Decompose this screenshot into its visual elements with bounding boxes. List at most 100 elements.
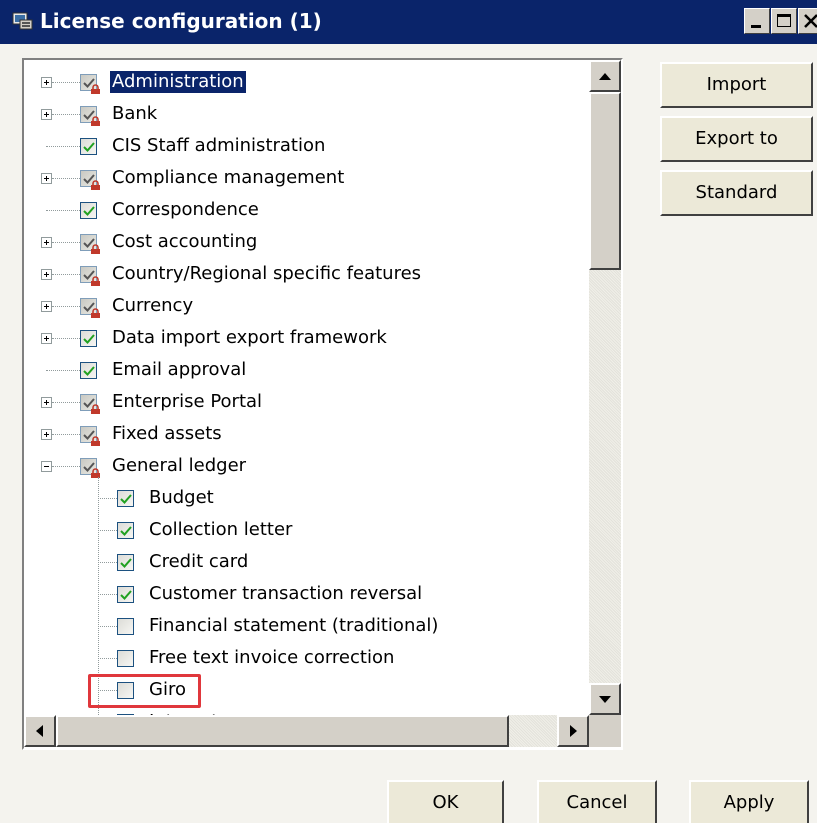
tree-item-label[interactable]: Data import export framework: [112, 327, 387, 349]
import-button[interactable]: Import: [660, 62, 813, 108]
checkmark-icon: [83, 334, 95, 344]
expand-plus-icon[interactable]: [41, 237, 52, 248]
tree-item[interactable]: Interest: [24, 707, 589, 715]
tree-connector-line: [52, 338, 80, 339]
collapse-minus-icon[interactable]: [41, 461, 52, 472]
tree-item[interactable]: Financial statement (traditional): [24, 611, 589, 643]
checkbox-checked[interactable]: [117, 522, 134, 539]
tree-connector-line: [52, 434, 80, 435]
tree-item-label[interactable]: Bank: [112, 103, 157, 125]
tree-item[interactable]: Fixed assets: [24, 419, 589, 451]
tree-item-label[interactable]: Country/Regional specific features: [112, 263, 421, 285]
tree-item-label[interactable]: Currency: [112, 295, 193, 317]
tree-item[interactable]: Data import export framework: [24, 323, 589, 355]
tree-item[interactable]: Free text invoice correction: [24, 643, 589, 675]
tree-item-label[interactable]: Compliance management: [112, 167, 344, 189]
checkbox-checked[interactable]: [80, 202, 97, 219]
tree-item-label[interactable]: Credit card: [149, 551, 248, 573]
tree-item[interactable]: Enterprise Portal: [24, 387, 589, 419]
tree-item-label[interactable]: Administration: [110, 71, 246, 93]
tree-item[interactable]: Customer transaction reversal: [24, 579, 589, 611]
checkbox-unchecked[interactable]: [117, 618, 134, 635]
scroll-down-button[interactable]: [589, 683, 621, 715]
tree-item[interactable]: Administration: [24, 67, 589, 99]
tree-item-label[interactable]: Free text invoice correction: [149, 647, 394, 669]
tree-item[interactable]: Compliance management: [24, 163, 589, 195]
tree-item-label[interactable]: Fixed assets: [112, 423, 222, 445]
checkmark-icon: [120, 494, 132, 504]
expand-plus-icon[interactable]: [41, 173, 52, 184]
tree-item-label[interactable]: Enterprise Portal: [112, 391, 262, 413]
checkbox-unchecked[interactable]: [117, 650, 134, 667]
apply-button[interactable]: Apply: [689, 780, 809, 823]
tree-item-label[interactable]: Email approval: [112, 359, 246, 381]
expand-plus-icon[interactable]: [41, 397, 52, 408]
expand-plus-icon[interactable]: [41, 77, 52, 88]
minimize-button[interactable]: [744, 8, 770, 34]
tree-connector-line: [98, 562, 117, 563]
annotation-highlight-box: [88, 674, 201, 708]
expand-plus-icon[interactable]: [41, 301, 52, 312]
horizontal-scroll-thumb[interactable]: [56, 715, 509, 747]
lock-icon: [91, 84, 100, 94]
lock-icon: [91, 308, 100, 318]
scroll-up-button[interactable]: [589, 60, 621, 92]
tree-connector-line: [98, 498, 117, 499]
checkbox-checked[interactable]: [80, 362, 97, 379]
tree-item[interactable]: Country/Regional specific features: [24, 259, 589, 291]
horizontal-scrollbar[interactable]: [24, 715, 589, 747]
vertical-scrollbar[interactable]: [589, 60, 621, 715]
tree-connector-line: [46, 146, 80, 147]
tree-item[interactable]: CIS Staff administration: [24, 131, 589, 163]
scroll-left-button[interactable]: [24, 715, 56, 747]
tree-item[interactable]: Currency: [24, 291, 589, 323]
tree-item[interactable]: Cost accounting: [24, 227, 589, 259]
tree-item[interactable]: Credit card: [24, 547, 589, 579]
tree-connector-line: [46, 210, 80, 211]
tree-connector-line: [98, 530, 117, 531]
tree-item-label[interactable]: Cost accounting: [112, 231, 257, 253]
checkbox-checked[interactable]: [117, 490, 134, 507]
expand-plus-icon[interactable]: [41, 109, 52, 120]
minimize-icon: [751, 25, 761, 28]
ok-button[interactable]: OK: [387, 780, 504, 823]
title-bar[interactable]: License configuration (1): [0, 0, 817, 44]
tree-item-label[interactable]: Collection letter: [149, 519, 292, 541]
cancel-button[interactable]: Cancel: [537, 780, 657, 823]
expand-plus-icon[interactable]: [41, 429, 52, 440]
tree-item-label[interactable]: Correspondence: [112, 199, 259, 221]
export-to-button[interactable]: Export to: [660, 116, 813, 162]
tree-item-label[interactable]: Financial statement (traditional): [149, 615, 438, 637]
checkbox-checked[interactable]: [117, 586, 134, 603]
tree-connector-line: [52, 178, 80, 179]
tree-connector-line: [52, 114, 80, 115]
tree-view[interactable]: Administration Bank CIS Staff administrati…: [24, 60, 589, 715]
checkbox-checked[interactable]: [80, 330, 97, 347]
license-tree[interactable]: Administration Bank CIS Staff administrati…: [22, 58, 623, 750]
tree-item-label[interactable]: CIS Staff administration: [112, 135, 325, 157]
tree-item[interactable]: Collection letter: [24, 515, 589, 547]
scroll-right-button[interactable]: [557, 715, 589, 747]
checkbox-checked[interactable]: [117, 554, 134, 571]
window-title: License configuration (1): [40, 9, 322, 33]
tree-item[interactable]: Correspondence: [24, 195, 589, 227]
expand-plus-icon[interactable]: [41, 269, 52, 280]
tree-item[interactable]: General ledger: [24, 451, 589, 483]
vertical-scroll-thumb[interactable]: [589, 92, 621, 270]
checkbox-checked[interactable]: [80, 138, 97, 155]
window-icon: [12, 12, 33, 30]
standard-button[interactable]: Standard: [660, 170, 813, 216]
expand-plus-icon[interactable]: [41, 333, 52, 344]
tree-item[interactable]: Email approval: [24, 355, 589, 387]
tree-item-label[interactable]: Customer transaction reversal: [149, 583, 422, 605]
close-button[interactable]: [798, 8, 817, 34]
tree-item[interactable]: Budget: [24, 483, 589, 515]
tree-item[interactable]: Bank: [24, 99, 589, 131]
lock-icon: [91, 436, 100, 446]
tree-item-label[interactable]: Budget: [149, 487, 214, 509]
maximize-button[interactable]: [771, 8, 797, 34]
lock-icon: [91, 116, 100, 126]
maximize-icon: [777, 14, 791, 27]
tree-connector-line: [98, 658, 117, 659]
tree-item-label[interactable]: General ledger: [112, 455, 246, 477]
